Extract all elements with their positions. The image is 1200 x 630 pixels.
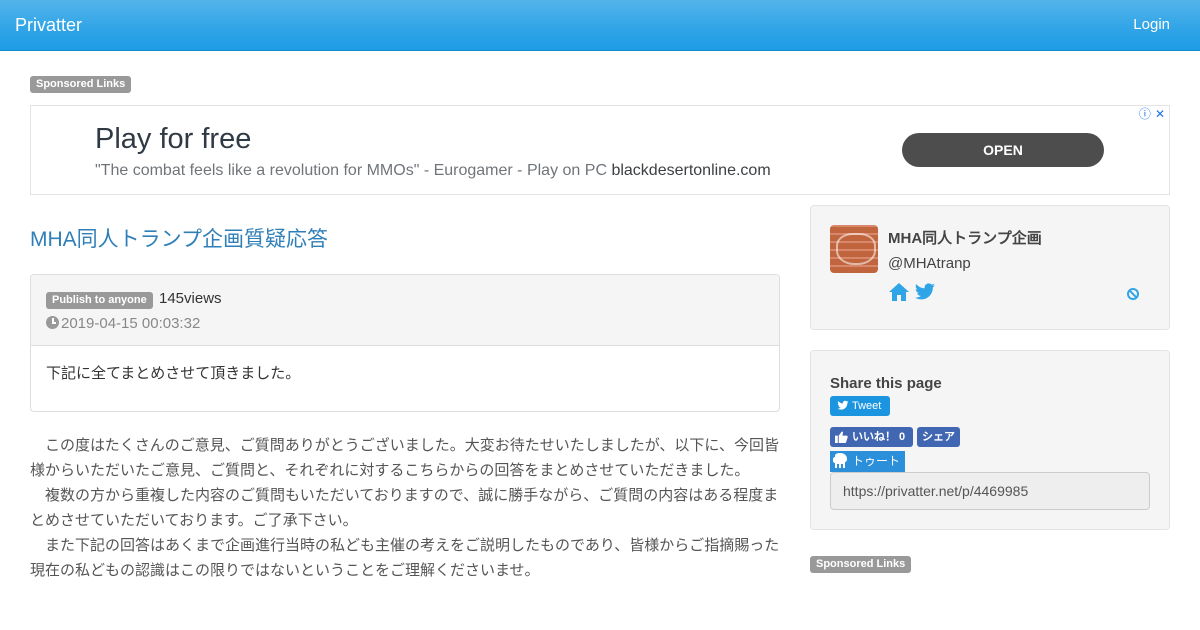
mastodon-toot-button[interactable]: トゥート — [830, 451, 905, 472]
top-navbar: Privatter Login — [0, 0, 1200, 51]
thumbs-up-icon — [835, 431, 848, 443]
post-date: 2019-04-15 00:03:32 — [46, 315, 200, 333]
login-link[interactable]: Login — [1133, 16, 1170, 34]
post-summary: 下記に全てまとめさせて頂きました。 — [46, 365, 301, 382]
facebook-like-label: いいね！ 0 — [852, 431, 906, 443]
post-paragraph: この度はたくさんのご意見、ご質問ありがとうございました。大変お待たせいたしました… — [30, 437, 779, 479]
ban-icon[interactable] — [1127, 288, 1139, 300]
share-card: Share this page Tweet いいね！ 0 シェア トゥート — [810, 350, 1170, 530]
view-count: 145views — [159, 290, 222, 307]
ad-close-icon[interactable]: ✕ — [1155, 107, 1165, 121]
home-icon[interactable] — [888, 282, 910, 302]
ad-subtitle[interactable]: "The combat feels like a revolution for … — [95, 161, 771, 181]
post-body: この度はたくさんのご意見、ご質問ありがとうございました。大変お待たせいたしました… — [30, 433, 782, 583]
post-panel-heading: Publish to anyone 145views 2019-04-15 00… — [31, 275, 779, 346]
ad-info-icon[interactable]: ⓘ — [1139, 107, 1151, 121]
tweet-button[interactable]: Tweet — [830, 396, 890, 416]
sponsored-links-label-sidebar: Sponsored Links — [810, 556, 912, 573]
mastodon-toot-label: トゥート — [852, 454, 901, 468]
clock-icon — [46, 316, 59, 329]
ad-open-button[interactable]: OPEN — [902, 133, 1104, 167]
ad-title[interactable]: Play for free — [95, 122, 251, 156]
ad-subtitle-text: "The combat feels like a revolution for … — [95, 162, 607, 179]
post-title[interactable]: MHA同人トランプ企画質疑応答 — [30, 227, 328, 253]
visibility-badge: Publish to anyone — [46, 292, 153, 309]
post-paragraph: 複数の方から重複した内容のご質問もいただいておりますので、誠に勝手ながら、ご質問… — [30, 487, 779, 529]
share-url-field[interactable] — [830, 472, 1150, 510]
author-name[interactable]: MHA同人トランプ企画 — [888, 230, 1042, 248]
author-profile-card: MHA同人トランプ企画 @MHAtranp — [810, 205, 1170, 330]
twitter-icon[interactable] — [914, 283, 936, 301]
site-brand-link[interactable]: Privatter — [15, 14, 82, 36]
avatar[interactable] — [830, 225, 878, 273]
facebook-like-button[interactable]: いいね！ 0 — [830, 427, 913, 447]
ad-banner[interactable]: Play for free "The combat feels like a r… — [30, 105, 1170, 195]
facebook-share-button[interactable]: シェア — [917, 427, 960, 447]
elephant-icon — [833, 453, 847, 468]
post-paragraph: また下記の回答はあくまで企画進行当時の私ども主催の考えをご説明したものであり、皆… — [30, 537, 780, 579]
ad-domain: blackdesertonline.com — [611, 162, 771, 179]
post-date-text: 2019-04-15 00:03:32 — [61, 315, 201, 332]
author-handle: @MHAtranp — [888, 255, 971, 272]
ad-choices[interactable]: ⓘ ✕ — [1135, 107, 1165, 121]
tweet-button-label: Tweet — [852, 400, 882, 412]
twitter-bird-icon — [837, 400, 849, 410]
sponsored-links-label: Sponsored Links — [30, 76, 132, 93]
share-title: Share this page — [830, 375, 942, 392]
post-panel: Publish to anyone 145views 2019-04-15 00… — [30, 274, 780, 412]
